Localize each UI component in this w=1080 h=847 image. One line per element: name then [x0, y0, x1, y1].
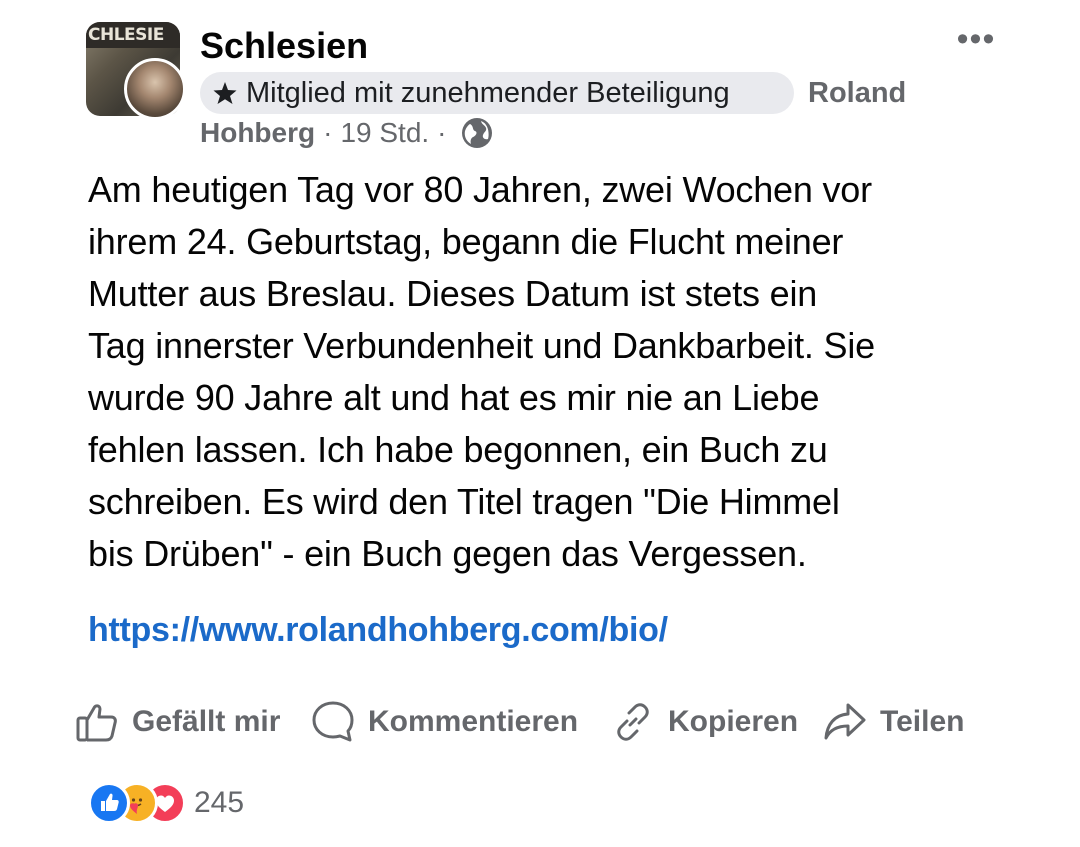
post-time[interactable]: 19 Std. — [340, 114, 429, 152]
author-name-last[interactable]: Hohberg — [200, 114, 315, 152]
copy-label: Kopieren — [668, 705, 799, 738]
author-avatar[interactable] — [124, 58, 186, 120]
post-body: Am heutigen Tag vor 80 Jahren, zwei Woch… — [88, 164, 1008, 580]
share-button[interactable]: Teilen — [822, 692, 964, 752]
group-name[interactable]: Schlesien — [200, 24, 368, 68]
link-icon — [617, 703, 649, 741]
comment-label: Kommentieren — [368, 705, 579, 738]
member-badge[interactable]: Mitglied mit zunehmender Beteiligung — [200, 72, 794, 114]
more-options-button[interactable]: ••• — [948, 22, 1004, 56]
separator-dot: · — [437, 117, 447, 148]
separator-dot: · — [323, 117, 333, 148]
star-icon — [213, 82, 237, 104]
group-avatar-container[interactable]: CHLESIE — [86, 22, 186, 120]
group-avatar-lettering: CHLESIE — [86, 22, 180, 48]
reaction-count[interactable]: 245 — [194, 786, 244, 820]
reactions-summary[interactable]: 245 — [88, 780, 244, 826]
comment-icon — [312, 701, 354, 742]
author-name-first[interactable]: Roland — [808, 72, 906, 114]
post-text-line: Tag innerster Verbundenheit und Dankbarb… — [88, 325, 875, 366]
post-text-line: schreiben. Es wird den Titel tragen "Die… — [88, 481, 840, 522]
post-link[interactable]: https://www.rolandhohberg.com/bio/ — [88, 604, 668, 656]
post-text-line: fehlen lassen. Ich habe begonnen, ein Bu… — [88, 429, 828, 470]
post-meta: Hohberg · 19 Std. · — [200, 114, 493, 152]
share-icon — [824, 703, 866, 740]
member-badge-label: Mitglied mit zunehmender Beteiligung — [246, 77, 730, 109]
action-bar: Gefällt mir Kommentieren Kopieren Teilen — [70, 692, 1000, 752]
post-text-line: wurde 90 Jahre alt und hat es mir nie an… — [88, 377, 820, 418]
copy-button[interactable]: Kopieren — [610, 692, 798, 752]
post-text-line: ihrem 24. Geburtstag, begann die Flucht … — [88, 221, 844, 262]
post-text-line: bis Drüben" - ein Buch gegen das Vergess… — [88, 533, 807, 574]
share-label: Teilen — [880, 705, 965, 738]
comment-button[interactable]: Kommentieren — [310, 692, 578, 752]
like-button[interactable]: Gefällt mir — [74, 692, 280, 752]
like-reaction-icon — [88, 782, 130, 824]
globe-icon — [461, 118, 492, 148]
thumbs-up-icon — [76, 704, 117, 742]
like-label: Gefällt mir — [132, 705, 281, 738]
post-text-line: Mutter aus Breslau. Dieses Datum ist ste… — [88, 273, 818, 314]
post-text-line: Am heutigen Tag vor 80 Jahren, zwei Woch… — [88, 169, 872, 210]
